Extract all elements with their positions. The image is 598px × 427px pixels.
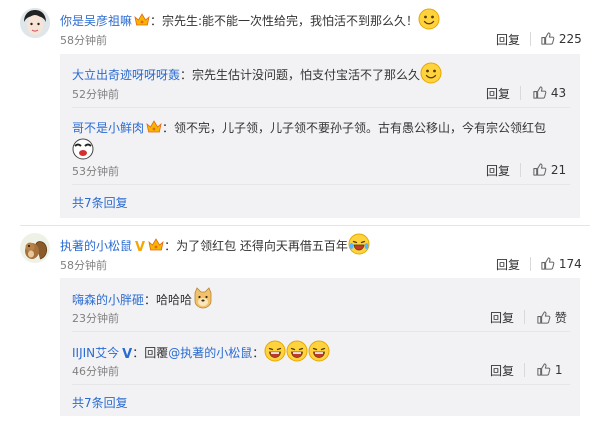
reply-button[interactable]: 回复: [490, 309, 514, 326]
reply-button[interactable]: 回复: [486, 85, 510, 102]
comment-time: 58分钟前: [60, 259, 107, 272]
vip-badge-icon: [134, 13, 150, 27]
reply-text: ：宗先生估计没问题，怕支付宝活不了那么久: [180, 68, 421, 82]
thumbs-up-icon: [532, 85, 547, 100]
reply-body: 大立出奇迹呀呀呀轰：宗先生估计没问题，怕支付宝活不了那么久: [72, 62, 442, 85]
avatar[interactable]: [20, 233, 50, 263]
reply-time: 53分钟前: [72, 165, 119, 178]
reply-divider: [72, 331, 570, 332]
laugh-emoji-icon: [308, 340, 330, 362]
like-count: 174: [558, 257, 582, 271]
laugh-emoji-icon: [264, 340, 286, 362]
username-link[interactable]: 哥不是小鲜肉: [72, 121, 144, 135]
vip-badge-icon: [146, 120, 162, 134]
comment-body: 你是吴彦祖嘛 ：宗先生:能不能一次性给完，我怕活不到那么久！: [60, 8, 440, 31]
avatar-face-icon: [20, 8, 50, 38]
action-divider: [520, 86, 521, 100]
like-button[interactable]: 21: [532, 162, 566, 177]
thumbs-up-icon: [532, 162, 547, 177]
reply-text: ：领不完，儿子领，儿子领不要孙子领。古有愚公移山，今有宗公领红包: [162, 121, 547, 135]
reply-text: ：哈哈哈: [144, 293, 193, 307]
username-link[interactable]: 你是吴彦祖嘛: [60, 14, 132, 28]
like-button[interactable]: 174: [540, 256, 582, 271]
reply-time: 46分钟前: [72, 365, 119, 378]
like-count: 21: [550, 163, 567, 177]
thumbs-up-icon: [536, 310, 551, 325]
like-count: 43: [550, 86, 567, 100]
avatar[interactable]: [20, 8, 50, 38]
reply-body: 哥不是小鲜肉 ：领不完，儿子领，儿子领不要孙子领。古有愚公移山，今有宗公领红包: [72, 118, 546, 138]
reply-time: 23分钟前: [72, 312, 119, 325]
comment-text: ：宗先生:能不能一次性给完，我怕活不到那么久！: [150, 14, 419, 28]
reply-text: ：回覆: [132, 346, 169, 360]
more-replies-link[interactable]: 共7条回复: [72, 194, 128, 211]
reply-button[interactable]: 回复: [486, 162, 510, 179]
mention-link[interactable]: @执著的小松鼠: [168, 346, 252, 360]
comment-time: 58分钟前: [60, 34, 107, 47]
username-link[interactable]: 执著的小松鼠: [60, 239, 132, 253]
like-count: 225: [558, 32, 582, 46]
action-divider: [524, 363, 525, 377]
reply-button[interactable]: 回复: [496, 256, 520, 273]
reply-time: 52分钟前: [72, 88, 119, 101]
like-button[interactable]: 43: [532, 85, 566, 100]
mask-emoji-icon: [72, 138, 94, 163]
thumbs-up-icon: [536, 362, 551, 377]
action-divider: [520, 163, 521, 177]
username-link[interactable]: 嗨森的小胖砸: [72, 293, 144, 307]
comment-text: ：为了领红包 还得向天再借五百年: [164, 239, 348, 253]
reply-text: ：: [252, 346, 265, 360]
reply-button[interactable]: 回复: [490, 362, 514, 379]
reply-body: 嗨森的小胖砸：哈哈哈: [72, 287, 214, 310]
verified-icon: V: [135, 240, 146, 255]
like-button[interactable]: 赞: [536, 309, 567, 326]
crying-laugh-emoji-icon: [348, 233, 370, 255]
laugh-emoji-icon: [286, 340, 308, 362]
vip-badge-icon: [148, 238, 164, 252]
smile-emoji-icon: [418, 8, 440, 30]
like-button[interactable]: 1: [536, 362, 562, 377]
reply-button[interactable]: 回复: [496, 31, 520, 48]
comment-body: 执著的小松鼠 V ：为了领红包 还得向天再借五百年: [60, 233, 370, 258]
reply-divider: [72, 107, 570, 108]
action-divider: [530, 32, 531, 46]
like-label: 赞: [554, 311, 567, 325]
action-divider: [524, 310, 525, 324]
thumbs-up-icon: [540, 31, 555, 46]
squirrel-avatar-icon: [20, 233, 50, 263]
reply-body: IIJIN艾今 V：回覆@执著的小松鼠：: [72, 340, 330, 365]
reply-divider: [72, 384, 570, 385]
like-count: 1: [554, 363, 563, 377]
verified-icon: V: [122, 347, 133, 362]
comment-divider: [20, 225, 590, 226]
more-replies-link[interactable]: 共7条回复: [72, 394, 128, 411]
smile-emoji-icon: [420, 62, 442, 84]
reply-divider: [72, 184, 570, 185]
username-link[interactable]: IIJIN艾今: [72, 346, 119, 360]
action-divider: [530, 257, 531, 271]
thumbs-up-icon: [540, 256, 555, 271]
like-button[interactable]: 225: [540, 31, 582, 46]
doge-emoji-icon: [192, 287, 214, 309]
username-link[interactable]: 大立出奇迹呀呀呀轰: [72, 68, 180, 82]
